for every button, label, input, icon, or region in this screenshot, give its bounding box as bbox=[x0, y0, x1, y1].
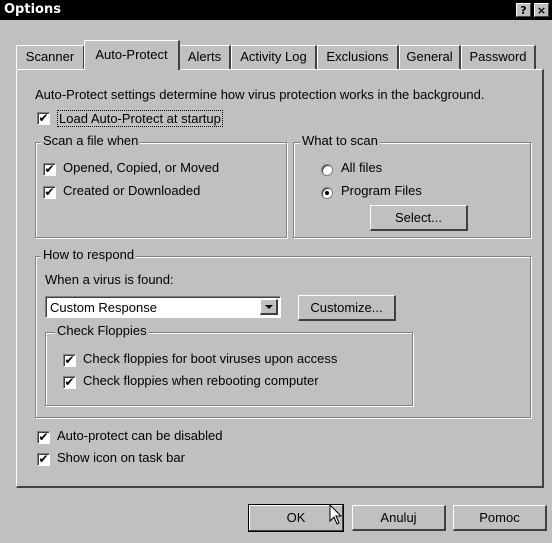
tab-auto-protect[interactable]: Auto-Protect bbox=[84, 40, 180, 70]
help-button[interactable]: Pomoc bbox=[453, 505, 547, 531]
response-dropdown[interactable]: Custom Response bbox=[45, 296, 281, 318]
floppies-group bbox=[45, 332, 413, 406]
opened-label[interactable]: Opened, Copied, or Moved bbox=[63, 160, 219, 175]
floppies-reboot-label[interactable]: Check floppies when rebooting computer bbox=[83, 373, 319, 388]
auto-protect-panel: Auto-Protect settings determine how viru… bbox=[16, 69, 544, 488]
can-disable-checkbox[interactable]: ✔ bbox=[37, 431, 50, 444]
mouse-cursor-icon bbox=[329, 504, 343, 525]
close-title-button[interactable]: × bbox=[534, 3, 549, 17]
intro-text: Auto-Protect settings determine how viru… bbox=[35, 87, 485, 102]
load-startup-label[interactable]: Load Auto-Protect at startup bbox=[57, 110, 223, 127]
help-title-button[interactable]: ? bbox=[516, 3, 531, 17]
tab-label: Activity Log bbox=[240, 49, 307, 64]
all-files-radio[interactable] bbox=[321, 164, 333, 176]
tab-label: Scanner bbox=[25, 49, 75, 64]
created-checkbox[interactable]: ✔ bbox=[43, 186, 56, 199]
all-files-label[interactable]: All files bbox=[341, 160, 382, 175]
load-startup-checkbox[interactable]: ✔ bbox=[37, 112, 50, 125]
cancel-button[interactable]: Anuluj bbox=[352, 505, 446, 531]
tab-label: Exclusions bbox=[326, 49, 389, 64]
floppies-title: Check Floppies bbox=[55, 323, 149, 338]
tab-scanner[interactable]: Scanner bbox=[16, 45, 85, 69]
tab-activity-log[interactable]: Activity Log bbox=[231, 45, 317, 69]
scan-when-title: Scan a file when bbox=[41, 133, 141, 148]
tab-label: General bbox=[406, 49, 453, 64]
can-disable-label[interactable]: Auto-protect can be disabled bbox=[57, 428, 223, 443]
dropdown-arrow-button[interactable] bbox=[260, 299, 278, 315]
when-found-label: When a virus is found: bbox=[45, 272, 174, 287]
tab-password[interactable]: Password bbox=[461, 45, 536, 69]
tab-general[interactable]: General bbox=[399, 45, 461, 69]
respond-title: How to respond bbox=[41, 247, 137, 262]
program-files-label[interactable]: Program Files bbox=[341, 183, 422, 198]
tab-label: Auto-Protect bbox=[95, 47, 168, 62]
radio-dot bbox=[325, 191, 329, 195]
show-icon-label[interactable]: Show icon on task bar bbox=[57, 450, 185, 465]
what-to-scan-title: What to scan bbox=[300, 133, 380, 148]
customize-button[interactable]: Customize... bbox=[298, 295, 396, 321]
tab-label: Alerts bbox=[187, 49, 222, 64]
dropdown-value: Custom Response bbox=[50, 300, 157, 315]
select-button[interactable]: Select... bbox=[370, 205, 468, 231]
tab-alerts[interactable]: Alerts bbox=[179, 45, 231, 69]
opened-checkbox[interactable]: ✔ bbox=[43, 163, 56, 176]
show-icon-checkbox[interactable]: ✔ bbox=[37, 453, 50, 466]
tab-exclusions[interactable]: Exclusions bbox=[317, 45, 399, 69]
tab-label: Password bbox=[469, 49, 527, 64]
floppies-boot-label[interactable]: Check floppies for boot viruses upon acc… bbox=[83, 351, 337, 366]
floppies-boot-checkbox[interactable]: ✔ bbox=[63, 354, 76, 367]
program-files-radio[interactable] bbox=[321, 187, 333, 199]
window-title: Options bbox=[4, 2, 61, 17]
title-bar: Options ? × bbox=[0, 0, 552, 20]
options-dialog: Options ? × Scanner Auto-Protect Alerts … bbox=[0, 0, 552, 543]
floppies-reboot-checkbox[interactable]: ✔ bbox=[63, 376, 76, 389]
created-label[interactable]: Created or Downloaded bbox=[63, 183, 200, 198]
chevron-down-icon bbox=[265, 305, 273, 309]
